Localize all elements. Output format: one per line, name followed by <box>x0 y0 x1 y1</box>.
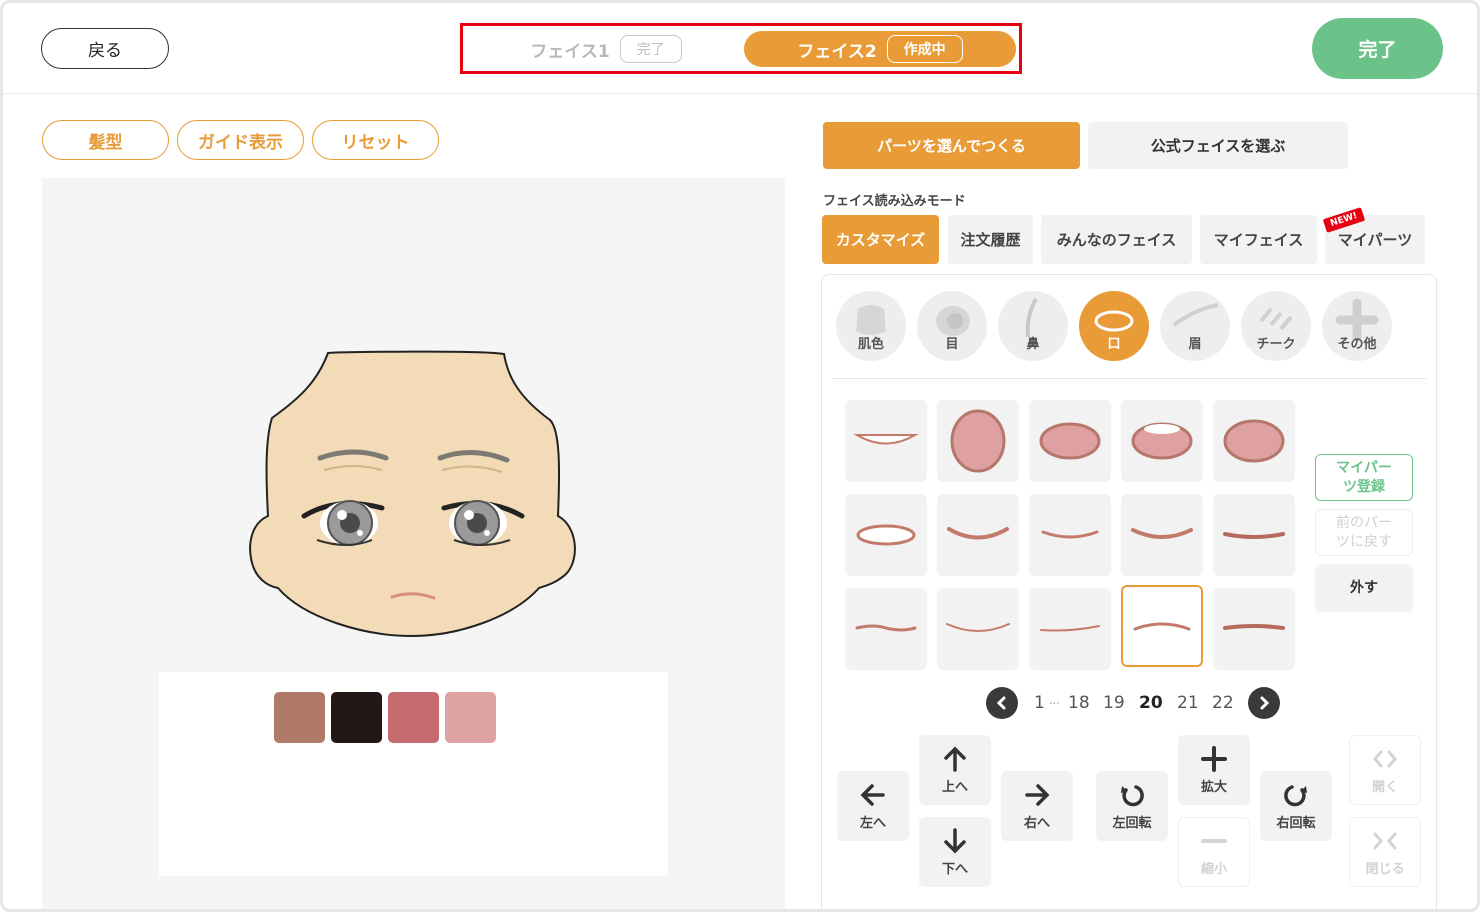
category-mouth[interactable]: 口 <box>1079 291 1149 361</box>
tab-official-face[interactable]: 公式フェイスを選ぶ <box>1088 122 1348 169</box>
mouth-part[interactable] <box>1213 588 1295 670</box>
mouth-part-shape <box>946 623 1010 632</box>
rotate-right-icon <box>1284 784 1307 806</box>
shrink-button[interactable]: 縮小 <box>1178 817 1250 887</box>
tab-choose-parts[interactable]: パーツを選んでつくる <box>823 122 1080 169</box>
mouth-part-shape <box>1041 530 1099 539</box>
mouth-part[interactable] <box>1213 494 1295 576</box>
mouth-part[interactable] <box>937 494 1019 576</box>
page-link[interactable]: 19 <box>1103 693 1125 713</box>
chevron-right-icon <box>1260 696 1270 710</box>
plus-icon <box>1201 745 1227 772</box>
mouth-part[interactable] <box>1029 494 1111 576</box>
guide-button[interactable]: ガイド表示 <box>177 120 304 160</box>
page-link[interactable]: 21 <box>1177 693 1199 713</box>
move-right-button[interactable]: 右へ <box>1001 771 1073 841</box>
enlarge-button[interactable]: 拡大 <box>1178 735 1250 805</box>
mouth-part-shape <box>856 524 916 546</box>
mouth-part-shape <box>1133 622 1191 631</box>
arrow-left-icon <box>860 783 885 806</box>
category-eye[interactable]: 目 <box>917 291 987 361</box>
color-swatch[interactable] <box>331 692 382 743</box>
mouth-part-shape <box>855 624 917 632</box>
remove-part-button[interactable]: 外す <box>1315 564 1413 612</box>
page-link[interactable]: 22 <box>1212 693 1234 713</box>
face2-status-badge: 作成中 <box>886 35 963 63</box>
mouth-part-shape <box>947 527 1009 540</box>
page-ellipsis: ... <box>1049 694 1060 707</box>
prev-page-button[interactable] <box>986 687 1018 719</box>
divider <box>832 378 1426 379</box>
tab-my-face[interactable]: マイフェイス <box>1200 215 1317 264</box>
load-mode-caption: フェイス読み込みモード <box>823 194 966 209</box>
register-my-parts-button[interactable]: マイパーツ登録 <box>1315 454 1413 501</box>
page-link[interactable]: 18 <box>1068 693 1090 713</box>
top-bar: 戻る フェイス1 完了 フェイス2 作成中 完了 <box>3 3 1477 94</box>
minus-icon <box>1201 838 1227 843</box>
category-skin[interactable]: 肌色 <box>836 291 906 361</box>
mouth-part-shape <box>1223 624 1285 630</box>
mouth-part[interactable] <box>1121 400 1203 482</box>
tab-order-history[interactable]: 注文履歴 <box>948 215 1033 264</box>
arrow-down-icon <box>944 827 966 853</box>
page-link[interactable]: 1 <box>1034 693 1045 713</box>
color-swatch[interactable] <box>388 692 439 743</box>
category-cheek[interactable]: チーク <box>1241 291 1311 361</box>
close-button[interactable]: 閉じる <box>1349 817 1421 887</box>
close-icon <box>1373 832 1397 849</box>
color-swatch[interactable] <box>274 692 325 743</box>
chevron-left-icon <box>996 696 1006 710</box>
mouth-part-shape <box>1131 422 1193 460</box>
category-nose[interactable]: 鼻 <box>998 291 1068 361</box>
hair-button[interactable]: 髪型 <box>42 120 169 160</box>
color-swatch[interactable] <box>445 692 496 743</box>
mouth-part-shape <box>853 434 919 445</box>
face-switcher: フェイス1 完了 フェイス2 作成中 <box>460 23 1022 74</box>
tab-everyone-face[interactable]: みんなのフェイス <box>1041 215 1192 264</box>
face1-status-badge: 完了 <box>619 35 682 63</box>
done-button[interactable]: 完了 <box>1312 18 1443 79</box>
arrow-up-icon <box>944 746 966 772</box>
category-other[interactable]: その他 <box>1322 291 1392 361</box>
face1-label: フェイス1 <box>530 41 610 62</box>
open-button[interactable]: 開く <box>1349 735 1421 805</box>
mouth-part-shape <box>1039 422 1101 460</box>
face2-label: フェイス2 <box>797 41 877 62</box>
mouth-part-shape <box>950 409 1006 473</box>
mouth-part[interactable] <box>937 588 1019 670</box>
reset-button[interactable]: リセット <box>312 120 439 160</box>
tab-face2[interactable]: フェイス2 作成中 <box>744 31 1016 67</box>
mouth-part-shape <box>1040 625 1100 632</box>
move-left-button[interactable]: 左へ <box>837 771 909 841</box>
move-down-button[interactable]: 下へ <box>919 817 991 887</box>
back-button[interactable]: 戻る <box>41 28 169 69</box>
mouth-part-shape <box>1223 532 1285 539</box>
mouth-part-shape <box>1131 528 1193 539</box>
mouth-part[interactable] <box>1213 400 1295 482</box>
rotate-left-icon <box>1121 784 1144 806</box>
mouth-part-shape <box>1223 419 1285 463</box>
next-page-button[interactable] <box>1248 687 1280 719</box>
mouth-part[interactable] <box>845 494 927 576</box>
rotate-right-button[interactable]: 右回転 <box>1260 771 1332 841</box>
mouth-part[interactable] <box>1029 588 1111 670</box>
rotate-left-button[interactable]: 左回転 <box>1096 771 1168 841</box>
tab-customize[interactable]: カスタマイズ <box>822 215 939 264</box>
tab-face1[interactable]: フェイス1 完了 <box>471 31 741 67</box>
move-up-button[interactable]: 上へ <box>919 735 991 805</box>
previous-part-button[interactable]: 前のパーツに戻す <box>1315 509 1413 556</box>
mouth-part[interactable] <box>937 400 1019 482</box>
arrow-right-icon <box>1025 783 1050 806</box>
page-link-current[interactable]: 20 <box>1139 693 1163 713</box>
mouth-part[interactable] <box>1029 400 1111 482</box>
open-icon <box>1373 750 1397 767</box>
mouth-part[interactable] <box>845 400 927 482</box>
mouth-part[interactable] <box>845 588 927 670</box>
mouth-part[interactable] <box>1121 494 1203 576</box>
app-window: 戻る フェイス1 完了 フェイス2 作成中 完了 髪型 ガイド表示 リセット パ… <box>0 0 1480 912</box>
mouth-part-selected[interactable] <box>1121 585 1203 667</box>
category-eyebrow[interactable]: 眉 <box>1160 291 1230 361</box>
